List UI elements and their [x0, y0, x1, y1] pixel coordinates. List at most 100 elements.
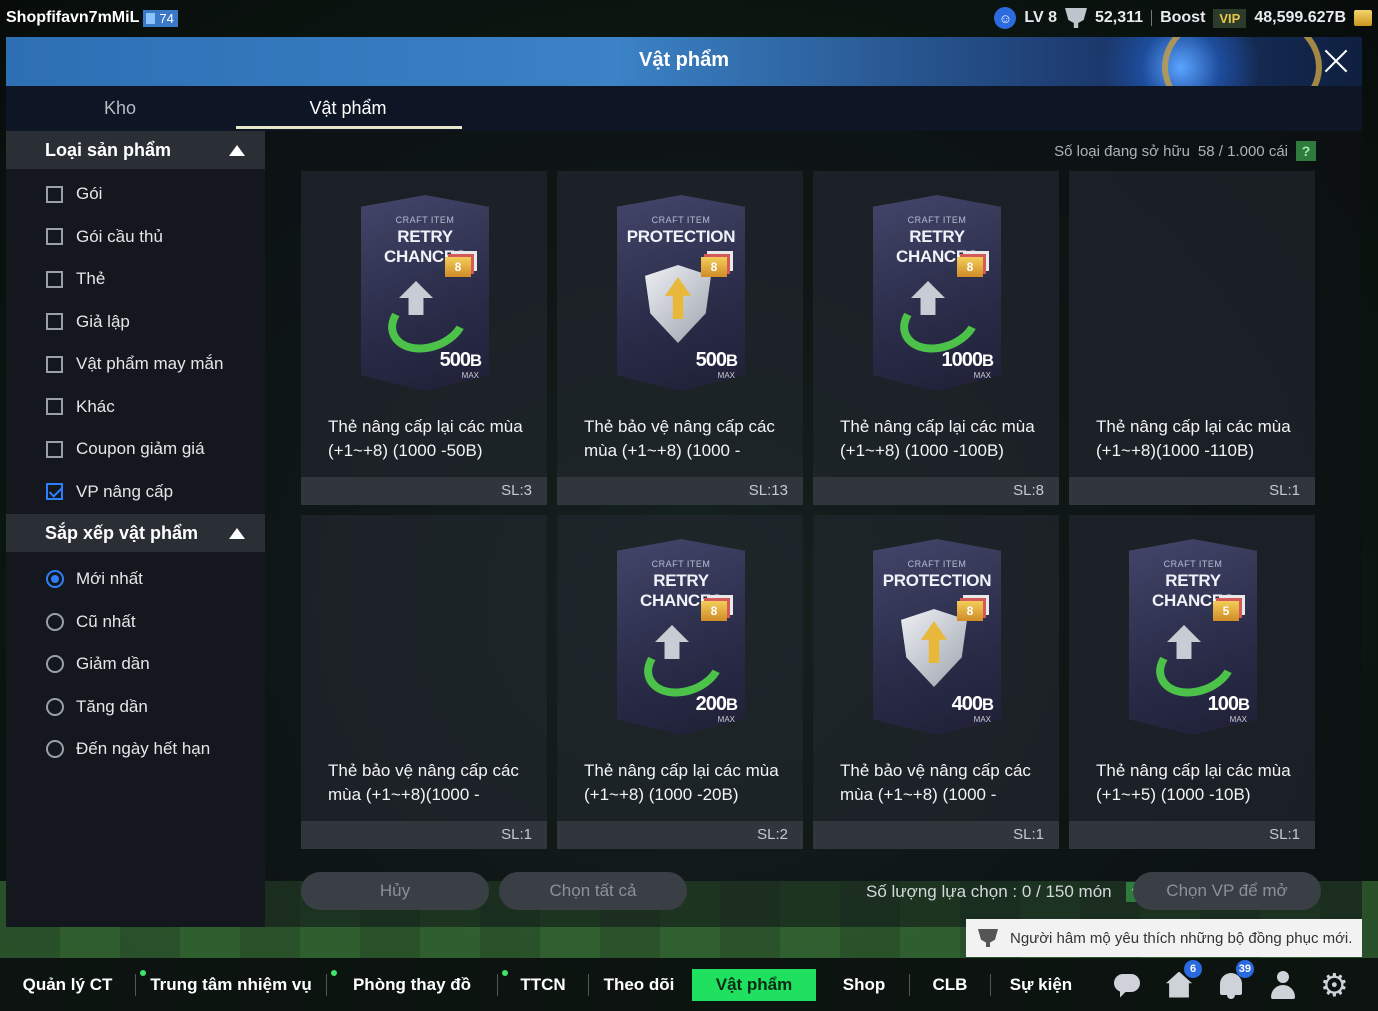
item-card: CRAFT ITEM PROTECTION 8 500B MAX — [617, 195, 745, 391]
item-quantity: SL:3 — [301, 477, 547, 505]
card-name: PROTECTION — [882, 571, 992, 590]
coin-icon — [1354, 10, 1372, 26]
sort-option-descending[interactable]: Giảm dần — [6, 643, 265, 686]
radio[interactable] — [46, 740, 64, 759]
item-card: CRAFT ITEM RETRY CHANCES 8 200B MAX — [617, 539, 745, 735]
item-quantity: SL:13 — [557, 477, 803, 505]
nav-mission-center[interactable]: Trung tâm nhiệm vụ — [136, 958, 326, 1011]
nav-club[interactable]: CLB — [910, 958, 990, 1011]
chat-icon[interactable] — [1112, 970, 1142, 1000]
item-quantity: SL:8 — [813, 477, 1059, 505]
radio[interactable] — [46, 612, 64, 631]
home-icon[interactable]: 6 — [1164, 959, 1202, 1000]
filter-sidebar: Loại sản phẩm Gói Gói cầu thủ Thẻ Giả lậ… — [6, 131, 265, 927]
tab-storage[interactable]: Kho — [6, 86, 234, 131]
sort-section-header[interactable]: Sắp xếp vật phẩm — [6, 514, 265, 552]
category-option-gia-lap[interactable]: Giả lập — [6, 301, 265, 344]
item-name: Thẻ nâng cấp lại các mùa (+1~+8) (1000 -… — [840, 417, 1035, 460]
card-name: PROTECTION — [626, 227, 736, 246]
open-selected-button[interactable]: Chọn VP để mở — [1133, 872, 1321, 910]
item-name: Thẻ nâng cấp lại các mùa (+1~+5) (1000 -… — [1096, 761, 1291, 804]
nav-label: TTCN — [520, 974, 566, 994]
card-max: MAX — [717, 715, 735, 724]
card-value-unit: B — [981, 695, 994, 714]
item-tile[interactable]: Thẻ nâng cấp lại các mùa (+1~+8)(1000 -1… — [1069, 171, 1315, 505]
category-option-goi-cau-thu[interactable]: Gói cầu thủ — [6, 216, 265, 259]
vip-badge[interactable]: VIP — [1213, 8, 1247, 28]
category-option-coupon[interactable]: Coupon giảm giá — [6, 428, 265, 471]
card-subtitle: CRAFT ITEM — [651, 559, 711, 569]
card-value-number: 100 — [1207, 693, 1239, 715]
item-card: CRAFT ITEM RETRY CHANCES 5 100B MAX — [1129, 539, 1257, 735]
bell-icon[interactable]: 39 — [1216, 959, 1254, 1000]
sort-option-oldest[interactable]: Cũ nhất — [6, 601, 265, 644]
category-section-header[interactable]: Loại sản phẩm — [6, 131, 265, 169]
checkbox[interactable] — [46, 355, 63, 373]
modal-title-bar: Vật phẩm — [6, 37, 1362, 86]
nav-ttcn[interactable]: TTCN — [498, 958, 588, 1011]
nav-label: Sự kiện — [1009, 974, 1073, 994]
card-value: 100B — [1207, 693, 1250, 716]
checkbox-checked[interactable] — [46, 483, 63, 501]
item-tile[interactable]: CRAFT ITEM RETRY CHANCES 8 1000B MAX Thẻ… — [813, 171, 1059, 505]
checkbox[interactable] — [46, 313, 63, 331]
item-name: Thẻ nâng cấp lại các mùa (+1~+8) (1000 -… — [328, 417, 523, 460]
nav-team-management[interactable]: Quản lý CT — [0, 958, 135, 1011]
item-grid: CRAFT ITEM RETRY CHANCES 8 500B MAX Thẻ … — [301, 171, 1317, 849]
gear-icon[interactable] — [1320, 966, 1350, 1004]
boost-label[interactable]: Boost — [1160, 9, 1205, 27]
card-value-number: 1000 — [941, 349, 982, 371]
tab-items[interactable]: Vật phẩm — [234, 86, 462, 131]
category-option-the[interactable]: Thẻ — [6, 258, 265, 301]
user-icon[interactable] — [1268, 970, 1298, 1000]
radio-selected[interactable] — [46, 570, 64, 589]
nav-follow[interactable]: Theo dõi — [589, 958, 689, 1011]
item-card: CRAFT ITEM RETRY CHANCES 8 500B MAX — [361, 195, 489, 391]
item-tile[interactable]: CRAFT ITEM RETRY CHANCES 8 500B MAX Thẻ … — [301, 171, 547, 505]
help-icon[interactable]: ? — [1296, 141, 1316, 161]
item-tile[interactable]: CRAFT ITEM PROTECTION 8 400B MAX Thẻ bảo… — [813, 515, 1059, 849]
checkbox[interactable] — [46, 228, 63, 246]
category-option-khac[interactable]: Khác — [6, 386, 265, 429]
category-option-vp-nang-cap[interactable]: VP nâng cấp — [6, 471, 265, 514]
checkbox[interactable] — [46, 270, 63, 288]
card-value: 1000B — [941, 349, 994, 372]
card-subtitle: CRAFT ITEM — [907, 215, 967, 225]
level-icon: 8 — [957, 601, 983, 621]
card-value-unit: B — [981, 351, 994, 370]
option-label: Giảm dần — [76, 654, 150, 674]
item-quantity: SL:1 — [813, 821, 1059, 849]
item-name: Thẻ nâng cấp lại các mùa (+1~+8) (1000 -… — [584, 761, 779, 804]
checkbox[interactable] — [46, 185, 63, 203]
sort-option-expiry[interactable]: Đến ngày hết hạn — [6, 728, 265, 771]
checkbox[interactable] — [46, 440, 63, 458]
item-name: Thẻ bảo vệ nâng cấp các mùa (+1~+8) (100… — [584, 417, 775, 460]
category-option-goi[interactable]: Gói — [6, 173, 265, 216]
nav-items[interactable]: Vật phẩm — [689, 958, 819, 1011]
select-all-button[interactable]: Chọn tất cả — [499, 872, 687, 910]
caret-up-icon[interactable] — [229, 527, 245, 539]
card-value-number: 500 — [695, 349, 727, 371]
nav-events[interactable]: Sự kiện — [991, 958, 1091, 1011]
item-card: CRAFT ITEM PROTECTION 8 400B MAX — [873, 539, 1001, 735]
item-tile[interactable]: CRAFT ITEM PROTECTION 8 500B MAX Thẻ bảo… — [557, 171, 803, 505]
radio[interactable] — [46, 697, 64, 716]
close-icon[interactable] — [1318, 43, 1354, 79]
card-subtitle: CRAFT ITEM — [1163, 559, 1223, 569]
sort-option-ascending[interactable]: Tăng dần — [6, 686, 265, 729]
card-value: 200B — [696, 693, 738, 716]
nav-locker-room[interactable]: Phòng thay đồ — [327, 958, 497, 1011]
item-tile[interactable]: CRAFT ITEM RETRY CHANCES 5 100B MAX Thẻ … — [1069, 515, 1315, 849]
item-tile[interactable]: Thẻ bảo vệ nâng cấp các mùa (+1~+8)(1000… — [301, 515, 547, 849]
category-option-may-man[interactable]: Vật phẩm may mắn — [6, 343, 265, 386]
radio[interactable] — [46, 655, 64, 674]
nav-shop[interactable]: Shop — [819, 958, 909, 1011]
caret-up-icon[interactable] — [229, 144, 245, 156]
item-tile[interactable]: CRAFT ITEM RETRY CHANCES 8 200B MAX Thẻ … — [557, 515, 803, 849]
checkbox[interactable] — [46, 398, 63, 416]
card-value-unit: B — [725, 695, 738, 714]
cancel-button[interactable]: Hủy — [301, 872, 489, 910]
option-label: Tăng dần — [76, 696, 148, 716]
item-name: Thẻ nâng cấp lại các mùa (+1~+8)(1000 -1… — [1096, 417, 1291, 460]
sort-option-newest[interactable]: Mới nhất — [6, 558, 265, 601]
